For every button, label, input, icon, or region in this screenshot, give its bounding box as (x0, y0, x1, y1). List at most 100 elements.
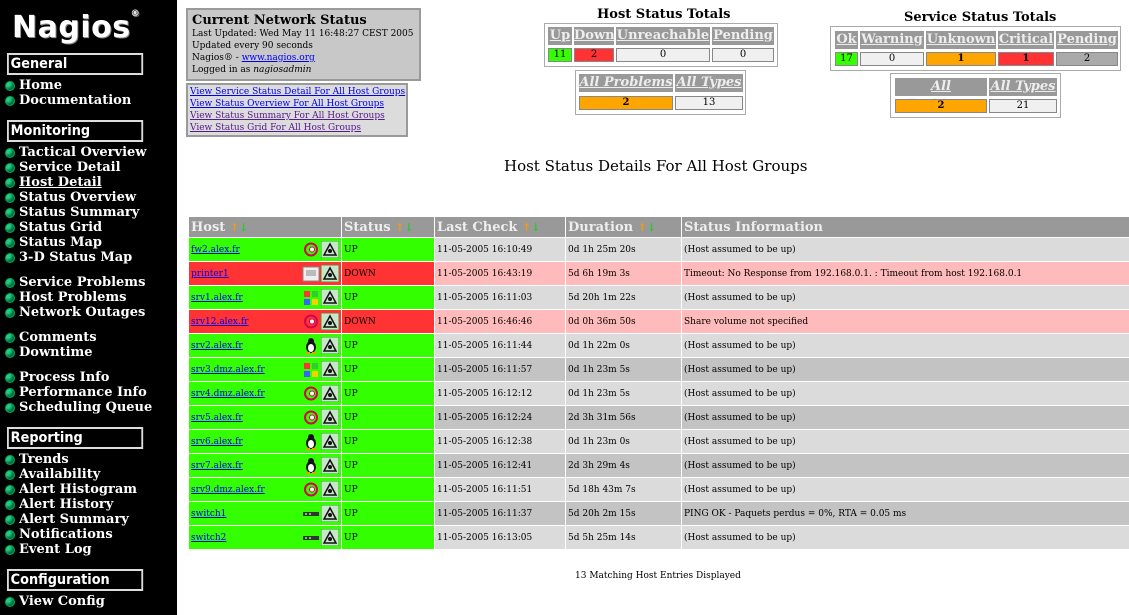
nav-notifications[interactable]: Notifications (5, 527, 137, 542)
nav-host-detail[interactable]: Host Detail (5, 175, 152, 190)
host-link[interactable]: srv7.alex.fr (191, 461, 243, 471)
nav-performance-info[interactable]: Performance Info (5, 385, 152, 400)
host-link[interactable]: srv6.alex.fr (191, 437, 243, 447)
nav-downtime[interactable]: Downtime (5, 345, 152, 360)
extended-info-icon[interactable] (320, 288, 340, 307)
username: nagiosadmin (253, 65, 312, 75)
nav-monitoring: Tactical Overview Service Detail Host De… (5, 145, 152, 415)
extended-info-icon[interactable] (320, 336, 340, 355)
status-info-cell: (Host assumed to be up) (682, 358, 1129, 381)
nav-status-summary[interactable]: Status Summary (5, 205, 152, 220)
bullet-icon (5, 372, 15, 383)
nav-scheduling-queue[interactable]: Scheduling Queue (5, 400, 152, 415)
sort-up-icon[interactable]: ↑ (522, 221, 531, 234)
nav-service-detail[interactable]: Service Detail (5, 160, 152, 175)
host-all-problems-header[interactable]: All Problems (579, 74, 673, 92)
col-status-information: Status Information (682, 217, 1129, 237)
host-link[interactable]: srv1.alex.fr (191, 293, 243, 303)
nav-status-map[interactable]: Status Map (5, 235, 152, 250)
extended-info-icon[interactable] (320, 528, 340, 547)
nav-home[interactable]: Home (5, 78, 131, 93)
sort-up-icon[interactable]: ↑ (395, 221, 404, 234)
table-row: srv7.alex.fr UP 11-05-2005 16:12:41 2d 3h 2… (189, 454, 1129, 477)
bullet-icon (5, 332, 15, 343)
status-info-cell: Timeout: No Response from 192.168.0.1. :… (682, 262, 1129, 285)
sort-down-icon[interactable]: ↓ (647, 221, 656, 234)
nav-documentation[interactable]: Documentation (5, 93, 131, 108)
extended-info-icon[interactable] (320, 264, 340, 283)
nav-alert-histogram[interactable]: Alert Histogram (5, 482, 137, 497)
host-link[interactable]: srv12.alex.fr (191, 317, 248, 327)
host-link[interactable]: switch2 (191, 533, 226, 543)
sort-up-icon[interactable]: ↑ (230, 221, 239, 234)
svc-warning-header[interactable]: Warning (860, 31, 924, 49)
extended-info-icon[interactable] (320, 456, 340, 475)
nagios-logo[interactable]: Nagios® (12, 9, 140, 45)
table-header-row: Host ↑↓ Status ↑↓ Last Check ↑↓ Duration… (189, 217, 1129, 237)
duration-cell: 2d 3h 29m 4s (566, 454, 681, 477)
extended-info-icon[interactable] (320, 408, 340, 427)
sort-down-icon[interactable]: ↓ (531, 221, 540, 234)
last-updated: Last Updated: Wed May 11 16:48:27 CEST 2… (192, 29, 414, 39)
extended-info-icon[interactable] (320, 240, 340, 259)
link-status-grid[interactable]: View Status Grid For All Host Groups (190, 122, 404, 134)
bullet-icon (5, 347, 15, 358)
nav-service-problems[interactable]: Service Problems (5, 275, 152, 290)
nav-alert-history[interactable]: Alert History (5, 497, 137, 512)
nav-availability[interactable]: Availability (5, 467, 137, 482)
nav-comments[interactable]: Comments (5, 330, 152, 345)
svc-critical-header[interactable]: Critical (998, 31, 1054, 49)
product-line: Nagios® - www.nagios.org (192, 53, 315, 63)
host-up-header[interactable]: Up (548, 27, 572, 45)
link-status-overview[interactable]: View Status Overview For All Host Groups (190, 98, 404, 110)
host-cell: fw2.alex.fr (189, 238, 341, 261)
nav-status-grid[interactable]: Status Grid (5, 220, 152, 235)
link-service-status-detail[interactable]: View Service Status Detail For All Host … (190, 86, 405, 98)
nav-network-outages[interactable]: Network Outages (5, 305, 152, 320)
host-link[interactable]: srv4.dmz.alex.fr (191, 389, 265, 399)
host-link[interactable]: switch1 (191, 509, 226, 519)
nav-alert-summary[interactable]: Alert Summary (5, 512, 137, 527)
svc-all-types-header[interactable]: All Types (989, 78, 1057, 96)
host-pending-header[interactable]: Pending (712, 27, 774, 45)
nav-process-info[interactable]: Process Info (5, 370, 152, 385)
host-all-types-header[interactable]: All Types (675, 74, 743, 92)
status-cell: UP (342, 478, 434, 501)
extended-info-icon[interactable] (320, 360, 340, 379)
host-link[interactable]: srv9.dmz.alex.fr (191, 485, 265, 495)
sort-down-icon[interactable]: ↓ (239, 221, 248, 234)
link-status-summary[interactable]: View Status Summary For All Host Groups (190, 110, 404, 122)
nav-host-problems[interactable]: Host Problems (5, 290, 152, 305)
extended-info-icon[interactable] (320, 504, 340, 523)
host-link[interactable]: srv3.dmz.alex.fr (191, 365, 265, 375)
svc-all-problems-header[interactable]: All Problems (895, 78, 987, 112)
sort-down-icon[interactable]: ↓ (404, 221, 413, 234)
nav-view-config[interactable]: View Config (5, 594, 105, 609)
svc-ok-header[interactable]: Ok (835, 31, 858, 49)
host-link[interactable]: srv2.alex.fr (191, 341, 243, 351)
host-link[interactable]: printer1 (191, 269, 229, 279)
nav-trends[interactable]: Trends (5, 452, 137, 467)
bullet-icon (5, 469, 15, 480)
extended-info-icon[interactable] (320, 480, 340, 499)
nav-status-overview[interactable]: Status Overview (5, 190, 152, 205)
nav-tactical-overview[interactable]: Tactical Overview (5, 145, 152, 160)
extended-info-icon[interactable] (320, 384, 340, 403)
bullet-icon (5, 484, 15, 495)
duration-cell: 5d 20h 2m 15s (566, 502, 681, 525)
section-header-general: General (7, 53, 144, 75)
nav-event-log[interactable]: Event Log (5, 542, 137, 557)
nav-3d-status-map[interactable]: 3-D Status Map (5, 250, 152, 265)
nagios-org-link[interactable]: www.nagios.org (242, 53, 315, 63)
sort-up-icon[interactable]: ↑ (638, 221, 647, 234)
svc-unknown-header[interactable]: Unknown (926, 31, 996, 49)
extended-info-icon[interactable] (320, 312, 340, 331)
extended-info-icon[interactable] (320, 432, 340, 451)
svc-pending-count: 2 (1056, 52, 1118, 66)
host-link[interactable]: fw2.alex.fr (191, 245, 240, 255)
svc-pending-header[interactable]: Pending (1056, 31, 1118, 49)
host-down-header[interactable]: Down (574, 27, 615, 45)
host-unreachable-header[interactable]: Unreachable (616, 27, 710, 45)
host-link[interactable]: srv5.alex.fr (191, 413, 243, 423)
debian-icon (302, 409, 320, 426)
